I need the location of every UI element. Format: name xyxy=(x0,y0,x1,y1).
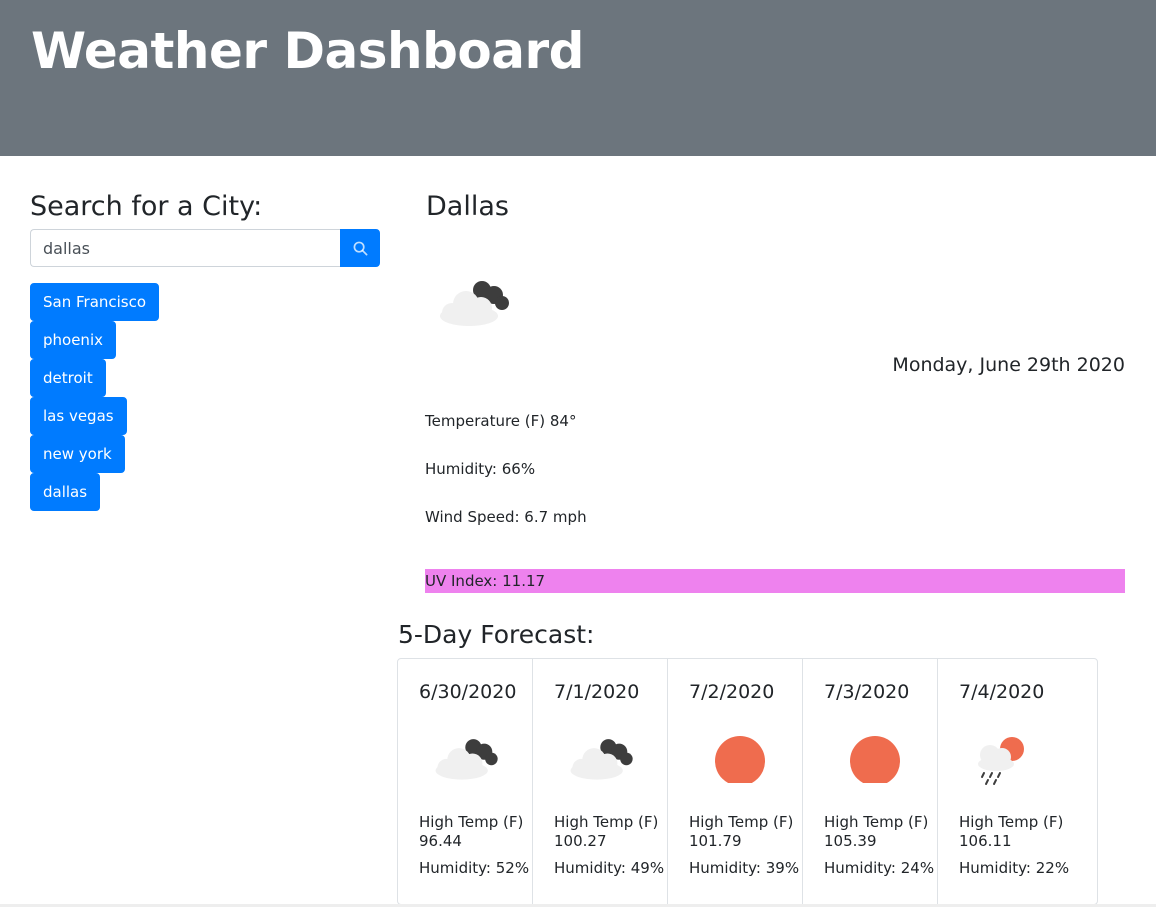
history-city-button[interactable]: phoenix xyxy=(30,321,116,359)
forecast-temp-value: 106.11 xyxy=(959,832,1012,850)
sun-icon xyxy=(702,733,774,788)
search-input[interactable] xyxy=(30,229,340,267)
search-heading: Search for a City: xyxy=(30,191,263,222)
history-city-button[interactable]: San Francisco xyxy=(30,283,160,321)
forecast-temp-label: High Temp (F) xyxy=(554,813,659,831)
current-temperature: Temperature (F) 84° xyxy=(425,412,577,430)
forecast-card: 7/4/2020 High Temp (F) 106.11 Humidity: … xyxy=(938,659,1097,904)
page-header: Weather Dashboard xyxy=(0,0,1156,156)
history-city-button[interactable]: new york xyxy=(30,435,125,473)
sun-icon xyxy=(837,733,909,788)
forecast-temp-value: 100.27 xyxy=(554,832,607,850)
rain-sun-icon xyxy=(972,733,1044,794)
forecast-temp-value: 105.39 xyxy=(824,832,877,850)
forecast-humidity: Humidity: 49% xyxy=(554,859,665,877)
current-humidity: Humidity: 66% xyxy=(425,460,536,478)
forecast-temp-label: High Temp (F) xyxy=(689,813,794,831)
history-city-button[interactable]: detroit xyxy=(30,359,106,397)
forecast-card: 6/30/2020 High Temp (F) 96.44 Humidity: … xyxy=(398,659,533,904)
forecast-date: 7/1/2020 xyxy=(554,681,640,703)
current-city-name: Dallas xyxy=(426,191,509,222)
cloudy-night-icon xyxy=(436,276,516,333)
cloudy-night-icon xyxy=(567,733,639,788)
forecast-row: 6/30/2020 High Temp (F) 96.44 Humidity: … xyxy=(397,658,1098,905)
forecast-temp-label: High Temp (F) xyxy=(959,813,1064,831)
forecast-card: 7/1/2020 High Temp (F) 100.27 Humidity: … xyxy=(533,659,668,904)
forecast-date: 7/3/2020 xyxy=(824,681,910,703)
forecast-temp-value: 96.44 xyxy=(419,832,462,850)
current-date: Monday, June 29th 2020 xyxy=(892,354,1125,376)
forecast-date: 6/30/2020 xyxy=(419,681,517,703)
forecast-temp-label: High Temp (F) xyxy=(419,813,524,831)
cloudy-night-icon xyxy=(432,733,504,788)
forecast-temp-value: 101.79 xyxy=(689,832,742,850)
history-city-button[interactable]: las vegas xyxy=(30,397,127,435)
current-wind-speed: Wind Speed: 6.7 mph xyxy=(425,508,587,526)
search-button[interactable] xyxy=(340,229,380,267)
forecast-card: 7/3/2020 High Temp (F) 105.39 Humidity: … xyxy=(803,659,938,904)
forecast-humidity: Humidity: 24% xyxy=(824,859,935,877)
uv-index-bar: UV Index: 11.17 xyxy=(425,569,1125,593)
forecast-date: 7/4/2020 xyxy=(959,681,1045,703)
history-city-button[interactable]: dallas xyxy=(30,473,101,511)
forecast-heading: 5-Day Forecast: xyxy=(398,620,595,649)
search-icon xyxy=(353,241,368,256)
page-title: Weather Dashboard xyxy=(31,22,584,80)
forecast-temp-label: High Temp (F) xyxy=(824,813,929,831)
forecast-card: 7/2/2020 High Temp (F) 101.79 Humidity: … xyxy=(668,659,803,904)
search-history: San Francisco phoenix detroit las vegas … xyxy=(30,283,160,511)
forecast-humidity: Humidity: 22% xyxy=(959,859,1070,877)
forecast-date: 7/2/2020 xyxy=(689,681,775,703)
forecast-humidity: Humidity: 39% xyxy=(689,859,800,877)
forecast-humidity: Humidity: 52% xyxy=(419,859,530,877)
